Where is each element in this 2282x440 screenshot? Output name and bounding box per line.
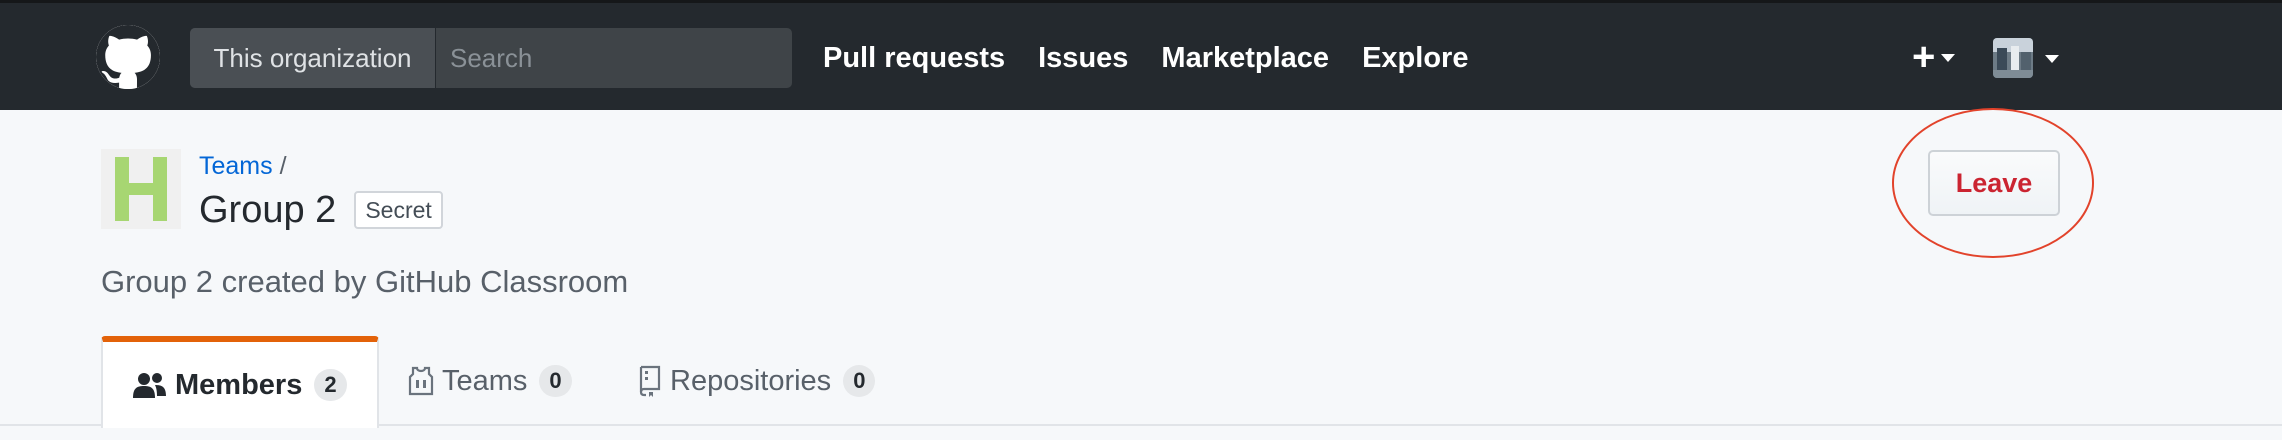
page-title: Group 2 [199, 188, 337, 231]
octocat-icon [96, 25, 160, 89]
user-menu[interactable] [1993, 37, 2059, 79]
breadcrumb-teams-link[interactable]: Teams [199, 152, 273, 180]
tab-counter: 2 [314, 369, 347, 401]
search-scope-label: This organization [190, 28, 436, 88]
breadcrumb-separator: / [279, 152, 287, 180]
tab-label: Members [175, 368, 303, 401]
team-title-row: Group 2 Secret [199, 188, 443, 232]
team-identicon-icon [101, 149, 181, 229]
visibility-badge: Secret [354, 191, 443, 229]
tab-label: Repositories [670, 364, 832, 397]
jersey-icon [408, 366, 434, 396]
tab-repositories[interactable]: Repositories 0 [638, 336, 876, 426]
plus-icon: + [1912, 35, 1936, 79]
github-logo-icon[interactable] [96, 25, 160, 89]
nav-marketplace[interactable]: Marketplace [1161, 42, 1329, 75]
nav-issues[interactable]: Issues [1038, 42, 1128, 75]
nav-pull-requests[interactable]: Pull requests [823, 42, 1005, 75]
search-input[interactable] [436, 28, 792, 88]
nav-explore[interactable]: Explore [1362, 42, 1468, 75]
create-new-menu[interactable]: + [1912, 35, 1956, 79]
avatar [1993, 38, 2033, 78]
tab-counter: 0 [539, 365, 572, 397]
team-tabs: Members 2 Teams 0 Repositories 0 [0, 336, 2282, 440]
tab-teams[interactable]: Teams 0 [408, 336, 572, 426]
tab-members[interactable]: Members 2 [101, 336, 379, 428]
tab-counter: 0 [843, 365, 876, 397]
people-icon [133, 371, 167, 399]
team-avatar [101, 149, 181, 229]
chevron-down-icon [2045, 55, 2059, 63]
chevron-down-icon [1941, 54, 1956, 62]
header-search: This organization [190, 28, 792, 88]
tab-label: Teams [442, 364, 528, 397]
team-description: Group 2 created by GitHub Classroom [101, 264, 629, 299]
repo-icon [638, 365, 662, 397]
breadcrumb: Teams / [199, 152, 287, 181]
header-nav: Pull requests Issues Marketplace Explore [823, 28, 1468, 88]
global-header: This organization Pull requests Issues M… [0, 0, 2282, 110]
annotation-circle [1892, 108, 2094, 258]
